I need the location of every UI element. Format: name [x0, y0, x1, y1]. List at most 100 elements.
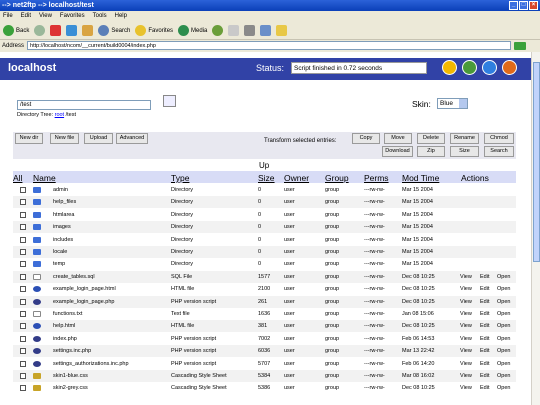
open-link[interactable]: Open	[497, 308, 510, 320]
file-name-link[interactable]: example_login_page.html	[53, 283, 116, 295]
bookmark-star-icon[interactable]	[442, 60, 457, 75]
column-header-owner[interactable]: Owner	[284, 173, 309, 183]
column-header-mod-time[interactable]: Mod Time	[402, 173, 439, 183]
file-name-link[interactable]: admin	[53, 184, 68, 196]
menu-file[interactable]: File	[3, 11, 13, 22]
row-checkbox[interactable]	[20, 323, 26, 330]
close-button[interactable]: ×	[529, 1, 538, 10]
download-button[interactable]: Download	[382, 146, 413, 157]
refresh-icon[interactable]	[66, 25, 78, 36]
open-link[interactable]: Open	[497, 382, 510, 394]
select-all-link[interactable]: All	[13, 173, 22, 183]
menu-edit[interactable]: Edit	[21, 11, 31, 22]
minimize-button[interactable]: _	[509, 1, 518, 10]
file-name-link[interactable]: example_login_page.php	[53, 296, 114, 308]
chmod-button[interactable]: Chmod	[484, 133, 514, 144]
open-link[interactable]: Open	[497, 320, 510, 332]
move-button[interactable]: Move	[384, 133, 412, 144]
view-link[interactable]: View	[460, 370, 472, 382]
open-link[interactable]: Open	[497, 345, 510, 357]
open-link[interactable]: Open	[497, 271, 510, 283]
new-dir-button[interactable]: New dir	[15, 133, 43, 144]
file-name-link[interactable]: settings_authorizations.inc.php	[53, 358, 129, 370]
view-link[interactable]: View	[460, 333, 472, 345]
rename-button[interactable]: Rename	[450, 133, 479, 144]
file-name-link[interactable]: htmlarea	[53, 209, 74, 221]
copy-button[interactable]: Copy	[352, 133, 380, 144]
row-checkbox[interactable]	[20, 286, 26, 293]
row-checkbox[interactable]	[20, 187, 26, 193]
menu-favorites[interactable]: Favorites	[60, 11, 85, 22]
view-link[interactable]: View	[460, 271, 472, 283]
column-header-name[interactable]: Name	[33, 173, 56, 183]
open-link[interactable]: Open	[497, 370, 510, 382]
view-link[interactable]: View	[460, 358, 472, 370]
row-checkbox[interactable]	[20, 298, 26, 305]
search-button[interactable]: Search	[98, 25, 130, 36]
row-checkbox[interactable]	[20, 385, 26, 392]
forward-arrow-icon[interactable]	[34, 25, 46, 36]
advanced-button[interactable]: Advanced	[116, 133, 148, 144]
view-link[interactable]: View	[460, 345, 472, 357]
stop-icon[interactable]	[50, 25, 62, 36]
edit-link[interactable]: Edit	[480, 308, 489, 320]
row-checkbox[interactable]	[20, 373, 26, 379]
edit-link[interactable]: Edit	[480, 345, 489, 357]
logout-icon[interactable]	[502, 60, 517, 75]
column-header-type[interactable]: Type	[171, 173, 189, 183]
column-header-size[interactable]: Size	[258, 173, 275, 183]
edit-link[interactable]: Edit	[480, 320, 489, 332]
back-button[interactable]: Back	[3, 25, 29, 36]
open-link[interactable]: Open	[497, 283, 510, 295]
skin-select[interactable]: Blue	[437, 98, 468, 109]
file-name-link[interactable]: create_tables.sql	[53, 271, 95, 283]
column-header-group[interactable]: Group	[325, 173, 349, 183]
edit-icon[interactable]	[260, 25, 272, 36]
go-arrow-icon[interactable]	[514, 41, 526, 50]
scrollbar-thumb[interactable]	[533, 62, 540, 262]
new-file-button[interactable]: New file	[50, 133, 79, 144]
directory-tree-icon[interactable]	[163, 95, 176, 107]
edit-link[interactable]: Edit	[480, 283, 489, 295]
view-link[interactable]: View	[460, 382, 472, 394]
file-name-link[interactable]: help.html	[53, 320, 75, 332]
row-checkbox[interactable]	[20, 224, 26, 231]
edit-link[interactable]: Edit	[480, 358, 489, 370]
zip-button[interactable]: Zip	[417, 146, 445, 157]
address-input[interactable]: http://localhost/ncom/__current/build000…	[27, 41, 511, 50]
row-checkbox[interactable]	[20, 261, 26, 268]
view-link[interactable]: View	[460, 283, 472, 295]
column-header-perms[interactable]: Perms	[364, 173, 389, 183]
open-link[interactable]: Open	[497, 333, 510, 345]
file-name-link[interactable]: skin1-blue.css	[53, 370, 88, 382]
row-checkbox[interactable]	[20, 273, 26, 280]
vertical-scrollbar[interactable]	[531, 52, 540, 405]
print-icon[interactable]	[244, 25, 256, 36]
file-name-link[interactable]: images	[53, 221, 71, 233]
open-link[interactable]: Open	[497, 296, 510, 308]
home-icon[interactable]	[82, 25, 94, 36]
file-name-link[interactable]: temp	[53, 258, 65, 270]
edit-link[interactable]: Edit	[480, 333, 489, 345]
file-name-link[interactable]: skin2-grey.css	[53, 382, 88, 394]
menu-help[interactable]: Help	[115, 11, 127, 22]
row-checkbox[interactable]	[20, 211, 26, 218]
row-checkbox[interactable]	[20, 249, 26, 255]
row-checkbox[interactable]	[20, 199, 26, 206]
folder-icon[interactable]	[276, 25, 288, 36]
file-name-link[interactable]: index.php	[53, 333, 77, 345]
view-link[interactable]: View	[460, 296, 472, 308]
directory-input[interactable]: /test	[17, 100, 151, 110]
open-link[interactable]: Open	[497, 358, 510, 370]
directory-tree-root-link[interactable]: root	[55, 112, 64, 118]
history-icon[interactable]	[212, 25, 224, 36]
upload-button[interactable]: Upload	[84, 133, 113, 144]
favorites-button[interactable]: Favorites	[135, 25, 173, 36]
search-button[interactable]: Search	[484, 146, 514, 157]
menu-tools[interactable]: Tools	[93, 11, 107, 22]
row-checkbox[interactable]	[20, 236, 26, 243]
edit-link[interactable]: Edit	[480, 296, 489, 308]
row-checkbox[interactable]	[20, 360, 26, 367]
help-icon[interactable]	[482, 60, 497, 75]
view-link[interactable]: View	[460, 308, 472, 320]
